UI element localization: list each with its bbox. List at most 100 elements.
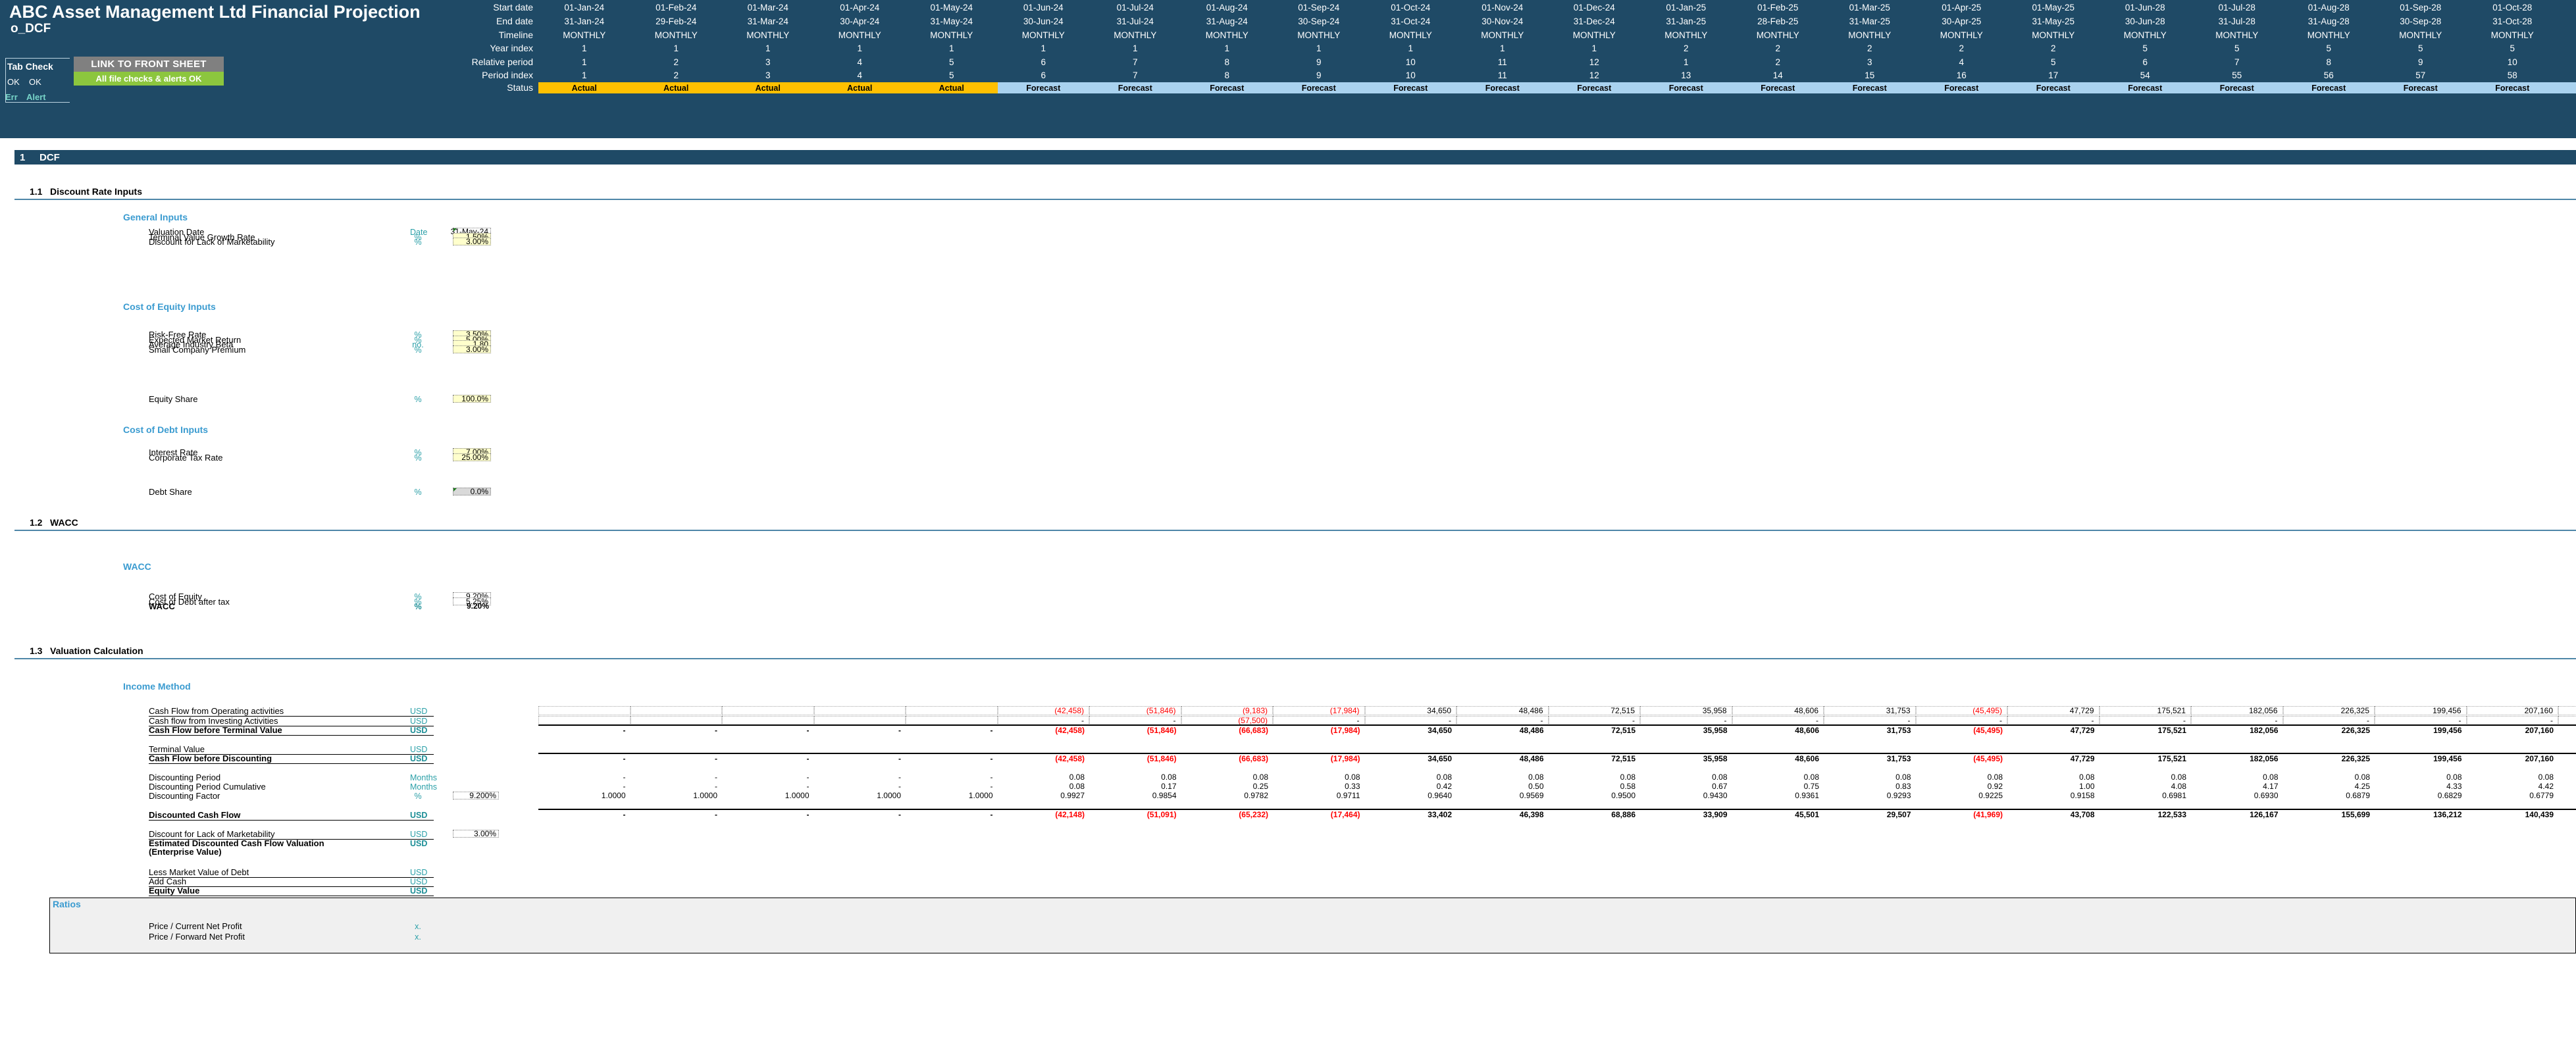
- row-unit: USD: [410, 868, 428, 877]
- row-label: Discount for Lack of Marketability: [149, 237, 275, 247]
- data-cell: 199,456: [2375, 706, 2467, 715]
- section-1-3-rule: [14, 658, 2576, 659]
- header-cell: 01-Jul-24: [1116, 3, 1154, 13]
- header-cell: 17: [2048, 70, 2059, 80]
- header-cell: MONTHLY: [1481, 30, 1524, 40]
- header-cell: 01-Apr-24: [840, 3, 880, 13]
- data-cell: 0.9361: [1795, 791, 1819, 800]
- discounting-factor-rate-input[interactable]: 9.200%: [453, 791, 499, 800]
- tab-name: o_DCF: [11, 22, 51, 36]
- data-cell: [2467, 744, 2559, 753]
- status-badge: Forecast: [1089, 82, 1181, 93]
- data-cell: 4.17: [2263, 782, 2279, 791]
- data-cell: -: [898, 726, 901, 735]
- data-cell: 182,056: [2250, 754, 2279, 763]
- data-cell: 48,486: [1519, 726, 1544, 735]
- data-cell: -: [898, 782, 901, 791]
- header-cell: 01-Aug-28: [2307, 3, 2350, 13]
- header-cell: 31-Aug-24: [1206, 16, 1248, 26]
- data-cell: -: [2007, 716, 2099, 725]
- data-cell: 0.08: [1069, 782, 1085, 791]
- data-cell: 0.6730: [2558, 791, 2576, 800]
- header-cell: MONTHLY: [1389, 30, 1432, 40]
- input-cell[interactable]: 25.00%: [453, 453, 491, 462]
- status-badge: Forecast: [2191, 82, 2283, 93]
- header-cell: MONTHLY: [2123, 30, 2167, 40]
- data-cell: [1089, 744, 1181, 753]
- header-cell: 5: [2234, 43, 2240, 53]
- data-cell: -: [715, 782, 717, 791]
- ratio-label: Price / Forward Net Profit: [149, 932, 245, 942]
- header-cell: 6: [1041, 70, 1046, 80]
- data-cell: (65,232): [1239, 810, 1268, 819]
- header-cell: 31-May-25: [2032, 16, 2075, 26]
- data-cell: -: [990, 754, 993, 763]
- header-cell: 55: [2232, 70, 2242, 80]
- header-cell: 5: [2417, 43, 2423, 53]
- data-cell: 33,909: [1703, 810, 1728, 819]
- data-cell: 0.08: [2446, 773, 2462, 782]
- header-cell: 1: [1316, 43, 1322, 53]
- data-cell: -: [1548, 716, 1640, 725]
- equity-share-input[interactable]: 100.0%: [453, 394, 491, 403]
- all-checks-ok-banner[interactable]: All file checks & alerts OK: [74, 72, 224, 86]
- header-cell: 01-Jun-28: [2125, 3, 2165, 13]
- grid-rule: [538, 809, 2576, 810]
- data-row-terminal-value: 20,450,151: [538, 744, 2576, 753]
- header-cell: 9: [1316, 57, 1322, 67]
- data-cell: (17,984): [1273, 706, 1365, 715]
- data-cell: 0.9640: [1428, 791, 1452, 800]
- data-cell: -: [990, 810, 993, 819]
- header-cell: 31-Jul-24: [1116, 16, 1154, 26]
- data-cell: (66,683): [1239, 754, 1268, 763]
- data-cell: 0.08: [1528, 773, 1544, 782]
- data-cell: -: [806, 773, 810, 782]
- header-cell: MONTHLY: [1848, 30, 1892, 40]
- data-cell: 0.08: [2538, 773, 2554, 782]
- data-cell: 0.50: [1528, 782, 1544, 791]
- data-cell: 0.9225: [1978, 791, 2003, 800]
- header-cell: MONTHLY: [1114, 30, 1157, 40]
- data-cell: (42,148): [1055, 810, 1085, 819]
- input-cell[interactable]: 3.00%: [453, 237, 491, 246]
- section-1-2-heading: 1.2 WACC: [0, 516, 2562, 529]
- cost-of-debt-group-title: Cost of Debt Inputs: [123, 424, 209, 435]
- status-badge: Actual: [722, 82, 814, 93]
- header-cell: 12: [1589, 57, 1599, 67]
- data-cell: [630, 716, 722, 725]
- data-cell: -: [2191, 716, 2283, 725]
- header-cell: 3: [765, 70, 771, 80]
- header-cell: 30-Apr-25: [1942, 16, 1982, 26]
- data-cell: (17,984): [1330, 726, 1360, 735]
- row-unit: %: [414, 345, 422, 355]
- header-row-timeline: MONTHLY MONTHLY MONTHLY MONTHLY MONTHLY MONTH…: [538, 29, 2576, 41]
- debt-share-input[interactable]: 0.0%: [453, 487, 491, 496]
- data-cell: [1549, 744, 1641, 753]
- status-badge: Forecast: [2099, 82, 2191, 93]
- data-cell: [2558, 744, 2576, 753]
- input-cell[interactable]: 9.20%: [453, 601, 491, 611]
- data-cell: -: [2282, 716, 2375, 725]
- header-cell: 29-Feb-24: [656, 16, 697, 26]
- row-label-cf-operating: Cash Flow from Operating activities: [149, 706, 434, 717]
- data-cell: (17,984): [1330, 754, 1360, 763]
- data-cell: [1456, 744, 1549, 753]
- dlom-rate-input[interactable]: 3.00%: [453, 829, 499, 838]
- input-cell[interactable]: 3.00%: [453, 345, 491, 354]
- data-cell: (17,464): [1330, 810, 1360, 819]
- header-cell: 2: [1683, 43, 1689, 53]
- data-cell: 226,325: [2341, 754, 2370, 763]
- data-cell: 0.08: [2263, 773, 2279, 782]
- header-cell: 5: [2142, 43, 2148, 53]
- header-cell: 1: [765, 43, 771, 53]
- header-cell: 11: [1497, 70, 1507, 80]
- header-cell: MONTHLY: [2399, 30, 2442, 40]
- link-to-front-sheet-button[interactable]: LINK TO FRONT SHEET: [74, 57, 224, 72]
- data-cell: -: [623, 810, 626, 819]
- header-cell: 6: [2142, 57, 2148, 67]
- status-badge: Forecast: [1824, 82, 1916, 93]
- general-inputs-group-title: General Inputs: [123, 212, 188, 222]
- header-cell: MONTHLY: [2032, 30, 2075, 40]
- data-cell: 0.08: [1803, 773, 1819, 782]
- data-cell: (45,495): [1973, 754, 2003, 763]
